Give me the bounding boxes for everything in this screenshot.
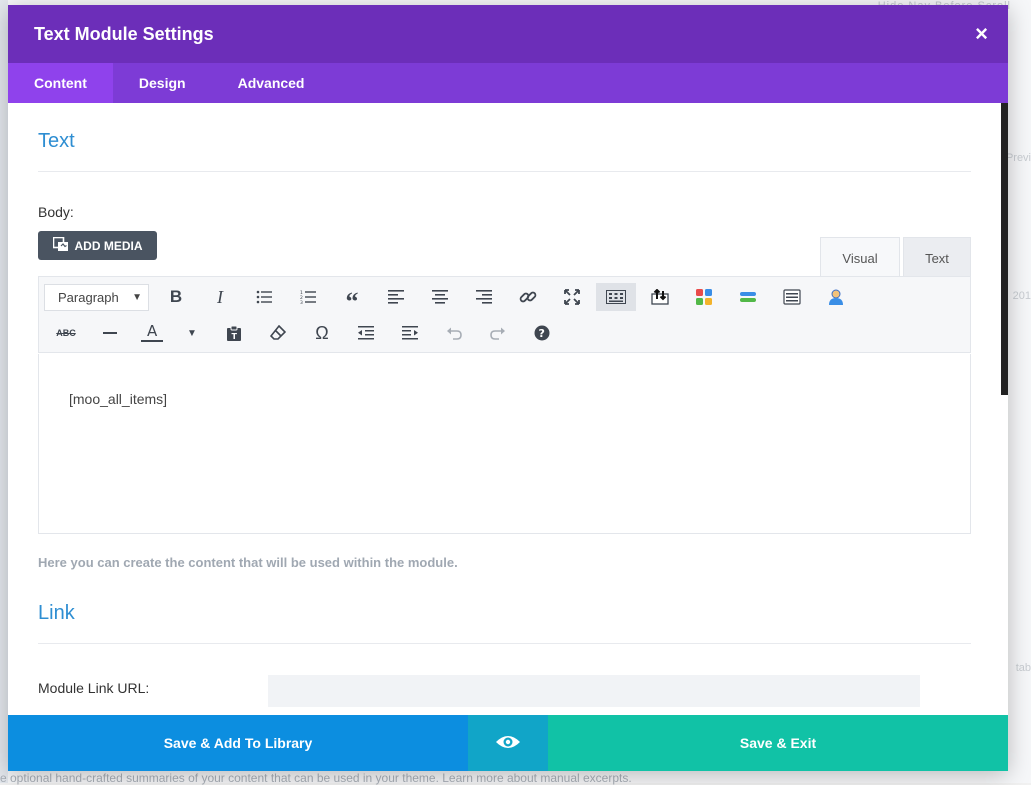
body-label: Body: <box>38 204 74 220</box>
indent-icon[interactable] <box>388 319 432 347</box>
format-select-value: Paragraph <box>58 289 119 305</box>
align-center-icon[interactable] <box>418 283 462 311</box>
horizontal-line-icon[interactable] <box>88 319 132 347</box>
layers-plugin-icon[interactable] <box>726 283 770 311</box>
section-title-link[interactable]: Link <box>38 602 75 625</box>
svg-text:T: T <box>232 332 238 341</box>
media-icon <box>52 236 69 255</box>
eye-icon <box>495 734 521 753</box>
italic-icon[interactable]: I <box>198 283 242 311</box>
tab-content[interactable]: Content <box>8 63 113 103</box>
numbered-list-icon[interactable]: 123 <box>286 283 330 311</box>
modal-header: Text Module Settings × <box>8 5 1008 63</box>
bold-icon[interactable]: B <box>154 283 198 311</box>
preview-button[interactable] <box>468 715 548 771</box>
modal-title: Text Module Settings <box>34 23 214 44</box>
editor-content[interactable]: [moo_all_items] <box>69 391 167 407</box>
special-character-icon[interactable]: Ω <box>300 319 344 347</box>
close-icon[interactable]: × <box>975 23 988 45</box>
save-add-to-library-button[interactable]: Save & Add To Library <box>8 715 468 771</box>
clear-formatting-icon[interactable] <box>256 319 300 347</box>
shortcode-insert-icon[interactable] <box>638 283 682 311</box>
help-icon[interactable]: ? <box>520 319 564 347</box>
editor-tab-visual[interactable]: Visual <box>820 237 900 276</box>
paste-text-icon[interactable]: T <box>212 319 256 347</box>
link-icon[interactable] <box>506 283 550 311</box>
add-media-label: ADD MEDIA <box>74 238 143 253</box>
save-exit-button[interactable]: Save & Exit <box>548 715 1008 771</box>
svg-text:A: A <box>147 323 158 340</box>
scrollbar[interactable] <box>1001 103 1008 395</box>
background-right-text: tab <box>1015 662 1031 674</box>
tab-design[interactable]: Design <box>113 63 212 103</box>
background-right-text: Previ <box>1005 152 1031 164</box>
chevron-down-icon: ▼ <box>132 291 142 303</box>
svg-text:3: 3 <box>300 300 303 304</box>
strikethrough-icon[interactable]: ABC <box>44 319 88 347</box>
undo-icon[interactable] <box>432 319 476 347</box>
module-link-url-label: Module Link URL: <box>38 680 150 696</box>
format-select[interactable]: Paragraph ▼ <box>44 283 149 311</box>
text-color-icon[interactable]: A <box>132 319 172 347</box>
editor-toolbar: Paragraph ▼ B I 123 “ ABC A ▼ T Ω ? <box>38 276 971 353</box>
grid-plugin-icon[interactable] <box>682 283 726 311</box>
body-help-text: Here you can create the content that wil… <box>38 555 458 570</box>
module-link-url-input[interactable] <box>268 675 920 707</box>
outdent-icon[interactable] <box>344 319 388 347</box>
blockquote-icon[interactable]: “ <box>330 283 374 316</box>
redo-icon[interactable] <box>476 319 520 347</box>
background-sidebar <box>0 0 8 783</box>
text-color-dropdown-icon[interactable]: ▼ <box>172 319 212 347</box>
user-plugin-icon[interactable] <box>814 283 858 311</box>
add-media-button[interactable]: ADD MEDIA <box>38 231 157 260</box>
divider <box>38 171 971 172</box>
form-plugin-icon[interactable] <box>770 283 814 311</box>
section-title-text[interactable]: Text <box>38 130 75 153</box>
toolbar-toggle-icon[interactable] <box>596 283 636 311</box>
tab-advanced[interactable]: Advanced <box>212 63 331 103</box>
fullscreen-icon[interactable] <box>550 283 594 311</box>
modal-footer: Save & Add To Library Save & Exit <box>8 715 1008 771</box>
editor-tab-text[interactable]: Text <box>903 237 971 276</box>
align-left-icon[interactable] <box>374 283 418 311</box>
svg-text:?: ? <box>539 327 545 340</box>
align-right-icon[interactable] <box>462 283 506 311</box>
editor-mode-tabs: Visual Text <box>820 237 971 276</box>
background-right-text: 201 <box>1012 290 1031 302</box>
editor-body[interactable]: [moo_all_items] <box>38 354 971 534</box>
bullet-list-icon[interactable] <box>242 283 286 311</box>
divider <box>38 643 971 644</box>
settings-modal: Text Module Settings × Content Design Ad… <box>8 5 1008 771</box>
modal-tabs: Content Design Advanced <box>8 63 1008 103</box>
modal-content: Text Body: ADD MEDIA Visual Text Paragra… <box>8 103 1008 715</box>
